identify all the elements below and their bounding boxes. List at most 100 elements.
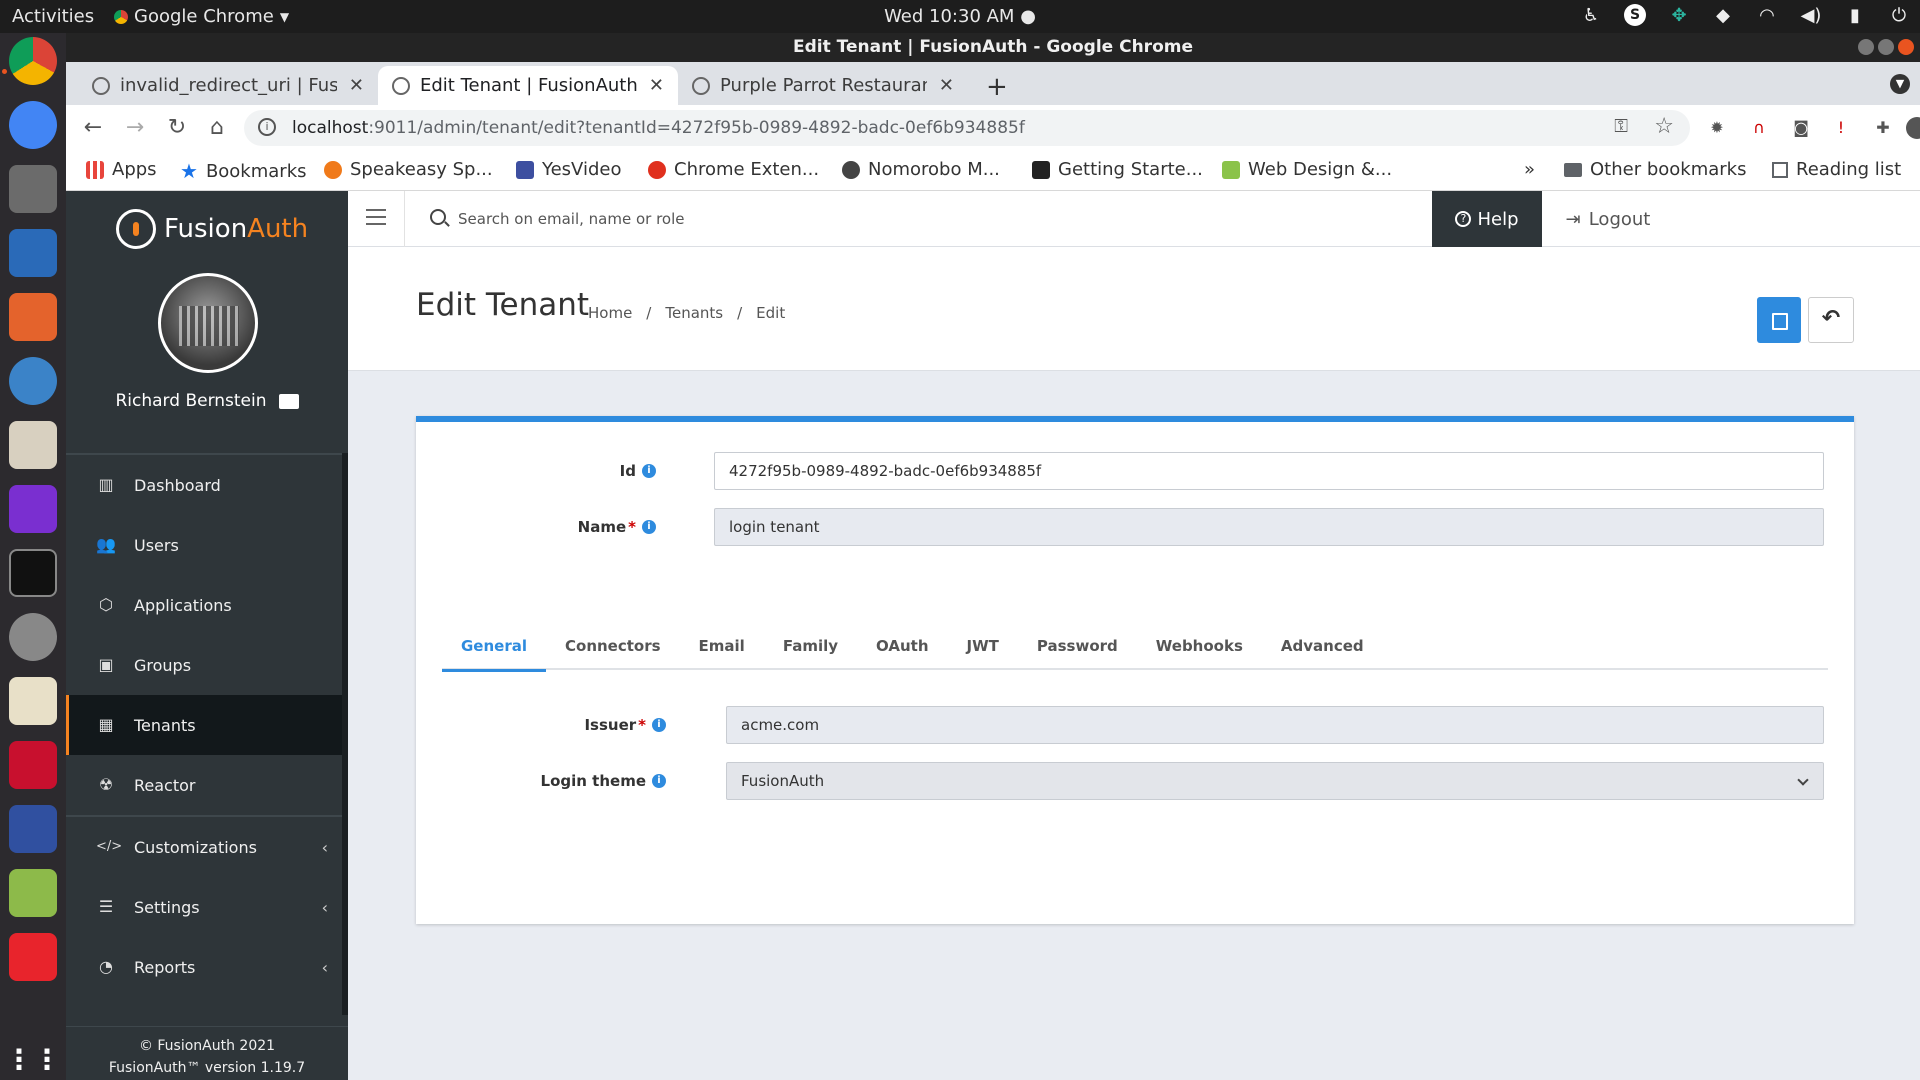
sidebar-item-reports[interactable]: ◔ Reports ‹ xyxy=(66,937,342,997)
extension-camera-icon[interactable]: ◙ xyxy=(1790,117,1812,139)
writer-dock-icon[interactable] xyxy=(9,229,57,277)
battery-icon[interactable]: ▮ xyxy=(1844,4,1866,26)
wifi-icon[interactable]: ◠ xyxy=(1756,4,1778,26)
reload-icon[interactable]: ↻ xyxy=(164,115,190,141)
new-tab-button[interactable]: + xyxy=(986,72,1008,102)
settings-dock-icon[interactable] xyxy=(9,613,57,661)
maximize-button[interactable] xyxy=(1878,39,1894,55)
back-icon[interactable]: ← xyxy=(80,115,106,141)
bookmark-item[interactable]: Apps xyxy=(86,159,157,180)
close-icon[interactable]: ✕ xyxy=(939,75,954,96)
browser-tab[interactable]: Purple Parrot Restaurant ✕ xyxy=(678,66,968,105)
sidebar-item-dashboard[interactable]: ▥ Dashboard xyxy=(66,455,342,515)
close-icon[interactable]: ✕ xyxy=(649,75,664,96)
clock-text: Wed 10:30 AM xyxy=(884,6,1015,27)
bookmark-star-icon[interactable]: ☆ xyxy=(1654,114,1674,139)
browser-tab-active[interactable]: Edit Tenant | FusionAuth ✕ xyxy=(378,66,678,105)
more-bookmarks-button[interactable]: » xyxy=(1524,159,1535,180)
forward-icon[interactable]: → xyxy=(122,115,148,141)
sidebar-item-settings[interactable]: ☰ Settings ‹ xyxy=(66,877,342,937)
close-window-button[interactable] xyxy=(1898,39,1914,55)
minimize-button[interactable] xyxy=(1858,39,1874,55)
extension-gear-icon[interactable]: ✹ xyxy=(1706,117,1728,139)
bookmark-item[interactable]: YesVideo xyxy=(516,159,622,180)
tab-email[interactable]: Email xyxy=(680,632,764,670)
tab-connectors[interactable]: Connectors xyxy=(546,632,680,670)
hamburger-menu-icon[interactable] xyxy=(366,209,386,225)
sidebar-item-groups[interactable]: ▣ Groups xyxy=(66,635,342,695)
info-icon[interactable]: i xyxy=(652,774,666,788)
anydesk-dock-icon[interactable] xyxy=(9,933,57,981)
tab-advanced[interactable]: Advanced xyxy=(1262,632,1383,670)
tab-webhooks[interactable]: Webhooks xyxy=(1137,632,1262,670)
tab-jwt[interactable]: JWT xyxy=(948,632,1018,670)
sidebar-item-label: Tenants xyxy=(134,715,196,735)
sidebar-item-reactor[interactable]: ☢ Reactor xyxy=(66,755,342,815)
sidebar-item-applications[interactable]: ⬡ Applications xyxy=(66,575,342,635)
grid-app-icon[interactable]: ✥ xyxy=(1668,4,1690,26)
dropbox-icon[interactable]: ◆ xyxy=(1712,4,1734,26)
bookmark-item[interactable]: ★ Bookmarks xyxy=(180,159,307,183)
tab-password[interactable]: Password xyxy=(1018,632,1137,670)
sidebar-item-tenants[interactable]: ▦ Tenants xyxy=(66,695,342,755)
login-theme-select[interactable]: FusionAuth xyxy=(726,762,1824,800)
bookmark-item[interactable]: Speakeasy Sp... xyxy=(324,159,493,180)
bookmark-item[interactable]: Chrome Exten... xyxy=(648,159,819,180)
sidebar-item-customizations[interactable]: </> Customizations ‹ xyxy=(66,817,342,877)
close-icon[interactable]: ✕ xyxy=(349,75,364,96)
home-icon[interactable]: ⌂ xyxy=(204,115,230,141)
volume-icon[interactable]: ◀) xyxy=(1800,4,1822,26)
remote-desktop-dock-icon[interactable] xyxy=(9,805,57,853)
tab-search-icon[interactable]: ▼ xyxy=(1890,74,1910,94)
show-apps-grid-icon[interactable]: ⋮⋮ xyxy=(5,1035,61,1080)
tab-general[interactable]: General xyxy=(442,632,546,672)
extension-red-icon[interactable]: ! xyxy=(1830,117,1852,139)
extension-magnet-icon[interactable]: ∩ xyxy=(1748,117,1770,139)
search-input[interactable] xyxy=(458,205,1058,233)
chromium-dock-icon[interactable] xyxy=(9,101,57,149)
sidebar-item-users[interactable]: 👥 Users xyxy=(66,515,342,575)
reading-list[interactable]: Reading list xyxy=(1772,159,1901,180)
address-bar[interactable]: i localhost:9011/admin/tenant/edit?tenan… xyxy=(244,110,1690,146)
info-icon[interactable]: i xyxy=(642,520,656,534)
power-icon[interactable]: ⏻ xyxy=(1888,4,1910,26)
file-manager-dock-icon[interactable] xyxy=(9,165,57,213)
terminal-dock-icon[interactable] xyxy=(9,549,57,597)
breadcrumb-tenants[interactable]: Tenants xyxy=(665,304,723,322)
profile-avatar-icon[interactable] xyxy=(1906,117,1920,139)
running-indicator xyxy=(2,69,7,74)
id-card-icon[interactable] xyxy=(278,393,299,409)
breadcrumb-home[interactable]: Home xyxy=(588,304,632,322)
site-info-icon[interactable]: i xyxy=(258,118,276,136)
back-button[interactable]: ↶ xyxy=(1808,297,1854,343)
accessibility-icon[interactable]: ♿ xyxy=(1580,4,1602,26)
bookmark-item[interactable]: Web Design &... xyxy=(1222,159,1392,180)
logout-button[interactable]: ⇥ Logout xyxy=(1542,191,1674,247)
skype-icon[interactable]: S xyxy=(1624,4,1646,26)
phpmyadmin-dock-icon[interactable] xyxy=(9,421,57,469)
id-field[interactable]: 4272f95b-0989-4892-badc-0ef6b934885f xyxy=(714,452,1824,490)
help-dock-icon[interactable] xyxy=(9,357,57,405)
name-field[interactable]: login tenant xyxy=(714,508,1824,546)
software-center-dock-icon[interactable] xyxy=(9,293,57,341)
bookmark-item[interactable]: Getting Starte... xyxy=(1032,159,1203,180)
key-icon[interactable]: ⚿ xyxy=(1614,116,1628,137)
filezilla-dock-icon[interactable] xyxy=(9,741,57,789)
bookmark-item[interactable]: Nomorobo M... xyxy=(842,159,1000,180)
help-button[interactable]: ? Help xyxy=(1432,191,1542,247)
save-button[interactable] xyxy=(1757,297,1801,343)
browser-tab[interactable]: invalid_redirect_uri | Fusio ✕ xyxy=(78,66,378,105)
text-editor-dock-icon[interactable] xyxy=(9,677,57,725)
info-icon[interactable]: i xyxy=(642,464,656,478)
avatar[interactable] xyxy=(158,273,258,373)
downloader-dock-icon[interactable] xyxy=(9,869,57,917)
issuer-field[interactable]: acme.com xyxy=(726,706,1824,744)
chrome-dock-icon[interactable] xyxy=(9,37,57,85)
tab-family[interactable]: Family xyxy=(764,632,857,670)
info-icon[interactable]: i xyxy=(652,718,666,732)
other-bookmarks[interactable]: Other bookmarks xyxy=(1564,159,1746,180)
phpstorm-dock-icon[interactable] xyxy=(9,485,57,533)
fusionauth-logo[interactable]: FusionAuth xyxy=(116,209,308,249)
extensions-puzzle-icon[interactable]: ✚ xyxy=(1872,117,1894,139)
tab-oauth[interactable]: OAuth xyxy=(857,632,948,670)
